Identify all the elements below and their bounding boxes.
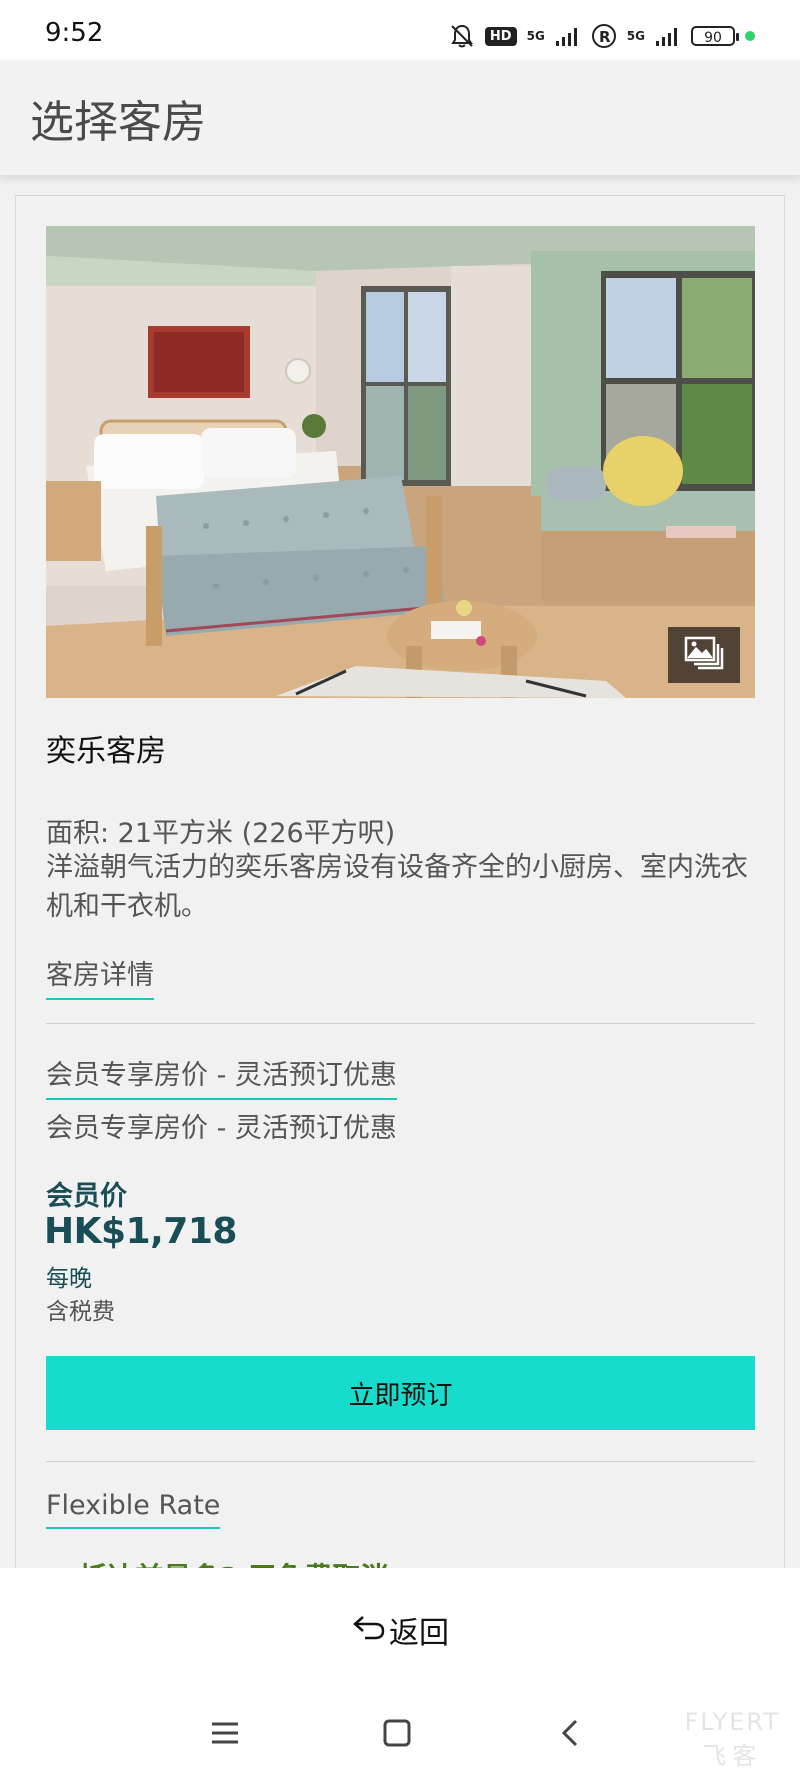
home-square-icon — [382, 1718, 412, 1752]
back-button[interactable]: 返回 — [0, 1608, 800, 1652]
network-label-2: 5G — [626, 29, 645, 43]
status-bar: 9:52 HD 5G R 5G 90 — [0, 0, 800, 60]
watermark-line2: 飞客 — [702, 1742, 763, 1770]
status-icons: HD 5G R 5G 90 — [449, 20, 755, 52]
room-name: 奕乐客房 — [46, 734, 166, 769]
network-label-1: 5G — [526, 29, 545, 43]
nav-home-button[interactable] — [372, 1710, 422, 1760]
hd-icon: HD — [484, 26, 517, 46]
book-now-button[interactable]: 立即预订 — [46, 1356, 755, 1430]
status-time: 9:52 — [45, 18, 104, 48]
gallery-icon — [684, 636, 724, 674]
watermark-line1: FLYERT — [684, 1708, 780, 1736]
privacy-indicator-icon — [745, 31, 755, 41]
back-arrow-icon — [351, 1611, 389, 1649]
rate-name: 会员专享房价 - 灵活预订优惠 — [46, 1113, 397, 1144]
tax-note: 含税费 — [46, 1299, 115, 1325]
divider — [46, 1461, 755, 1462]
rate-link[interactable]: 会员专享房价 - 灵活预订优惠 — [46, 1053, 397, 1100]
signal-icon — [555, 25, 581, 47]
room-area: 面积: 21平方米 (226平方呎) — [46, 818, 396, 849]
room-photo[interactable] — [46, 226, 755, 698]
app-header: 选择客房 — [0, 60, 800, 175]
room-card: 奕乐客房 面积: 21平方米 (226平方呎) 洋溢朝气活力的奕乐客房设有设备齐… — [15, 195, 785, 1597]
muted-bell-icon — [449, 23, 475, 49]
nav-back-button[interactable] — [545, 1710, 595, 1760]
page-title: 选择客房 — [30, 97, 206, 148]
bottom-panel: 返回 FLYERT 飞客 — [0, 1568, 800, 1778]
back-label: 返回 — [389, 1616, 449, 1651]
price: HK$1,718 — [44, 1211, 237, 1252]
chevron-left-icon — [558, 1718, 582, 1752]
system-nav-bar — [0, 1698, 800, 1768]
nav-menu-button[interactable] — [200, 1710, 250, 1760]
divider — [46, 1023, 755, 1024]
room-details-link[interactable]: 客房详情 — [46, 953, 154, 1000]
gallery-button[interactable] — [668, 627, 740, 683]
room-photo-illustration — [46, 226, 755, 698]
battery-icon: 90 — [691, 26, 739, 46]
per-night-label: 每晚 — [46, 1266, 92, 1292]
svg-text:R: R — [599, 28, 611, 46]
watermark-logo: FLYERT 飞客 — [685, 1708, 780, 1771]
flexible-rate-link[interactable]: Flexible Rate — [46, 1490, 221, 1529]
signal-icon-2 — [655, 25, 681, 47]
menu-icon — [210, 1720, 240, 1750]
member-price-label: 会员价 — [46, 1181, 127, 1212]
room-description: 洋溢朝气活力的奕乐客房设有设备齐全的小厨房、室内洗衣机和干衣机。 — [46, 852, 748, 922]
roaming-icon: R — [591, 23, 617, 49]
